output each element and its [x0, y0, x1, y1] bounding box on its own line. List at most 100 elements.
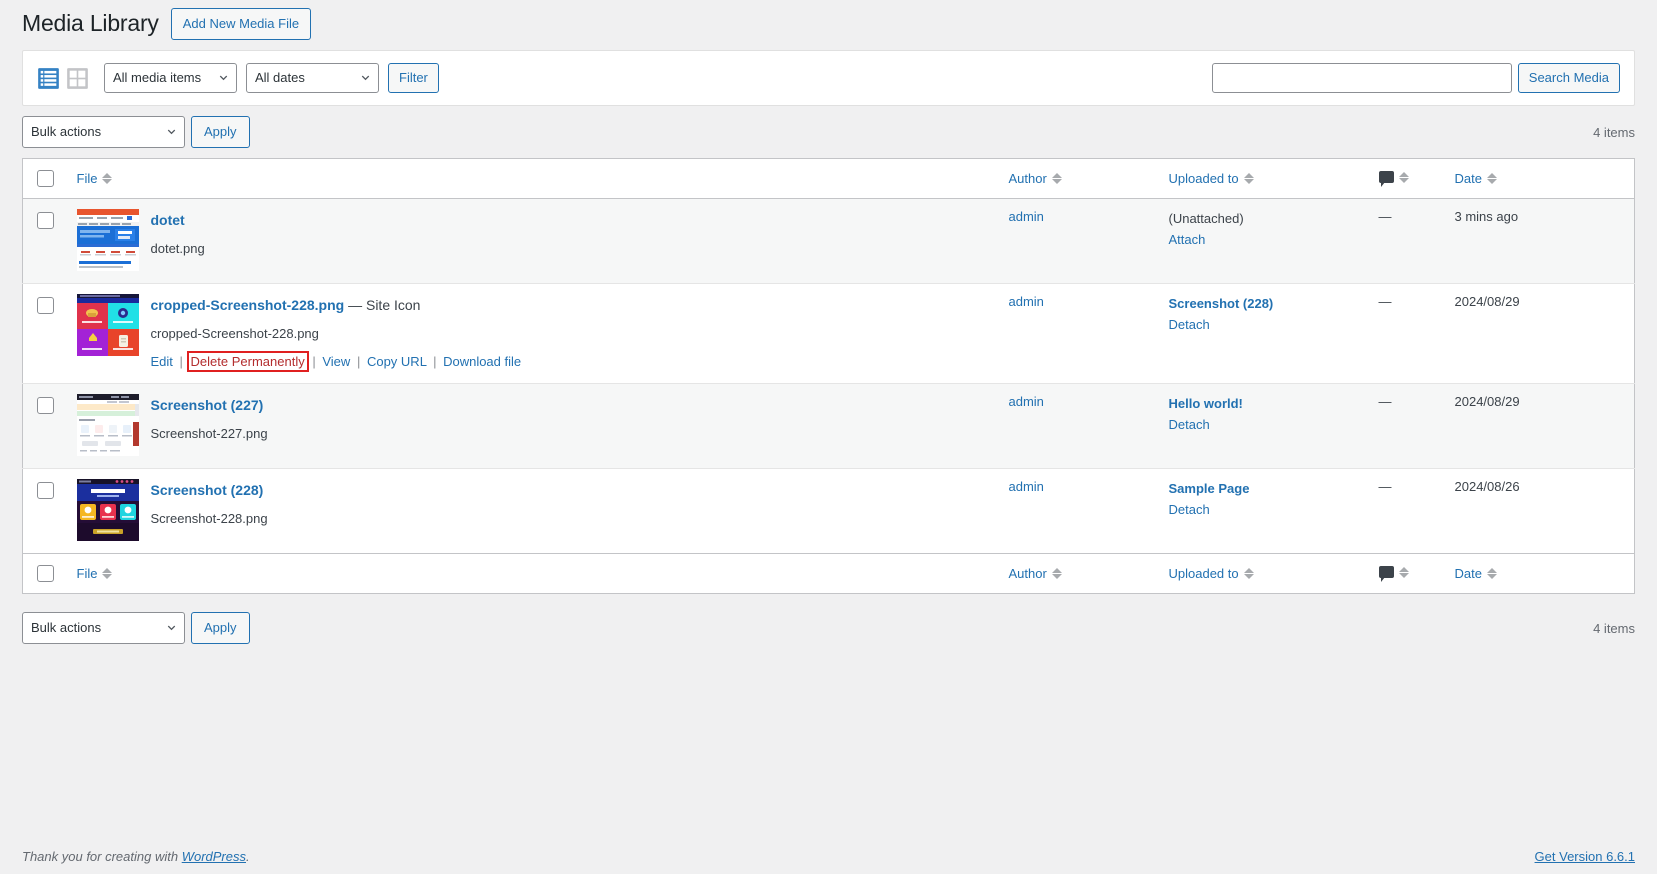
date-value: 3 mins ago: [1455, 209, 1519, 224]
column-header-date[interactable]: Date: [1445, 159, 1635, 199]
table-foot: File Author Uploaded to: [23, 554, 1635, 594]
row-checkbox-cell: [23, 384, 67, 469]
dates-select[interactable]: All dates: [246, 63, 379, 93]
media-title-link[interactable]: Screenshot (228): [151, 481, 268, 501]
date-cell: 2024/08/29: [1445, 284, 1635, 384]
row-checkbox[interactable]: [37, 397, 54, 414]
wordpress-link[interactable]: WordPress: [182, 849, 246, 864]
media-thumbnail[interactable]: [77, 294, 139, 356]
media-title-text: dotet: [151, 212, 185, 228]
media-thumbnail[interactable]: [77, 209, 139, 271]
row-checkbox[interactable]: [37, 482, 54, 499]
sort-indicator-icon: [1052, 568, 1062, 579]
list-view-icon[interactable]: [37, 67, 60, 90]
column-footer-file[interactable]: File: [67, 554, 999, 594]
bulk-actions-select-top[interactable]: Bulk actions: [22, 116, 185, 148]
comments-count: —: [1379, 294, 1392, 309]
row-checkbox[interactable]: [37, 297, 54, 314]
select-all-checkbox-top[interactable]: [37, 170, 54, 187]
column-header-comments[interactable]: [1369, 159, 1445, 199]
sort-indicator-icon: [1052, 173, 1062, 184]
displaying-num-bottom: 4 items: [1593, 621, 1635, 636]
table-head: File Author Uploaded to: [23, 159, 1635, 199]
edit-link[interactable]: Edit: [151, 354, 173, 369]
page-title: Media Library: [22, 9, 159, 39]
sort-indicator-icon: [1487, 568, 1497, 579]
tablenav-bottom: Bulk actions Apply 4 items: [22, 594, 1635, 650]
author-link[interactable]: admin: [1009, 394, 1044, 409]
comments-count: —: [1379, 479, 1392, 494]
media-title-link[interactable]: cropped-Screenshot-228.png — Site Icon: [151, 296, 522, 316]
detach-link[interactable]: Detach: [1169, 417, 1210, 432]
sort-indicator-icon: [1399, 567, 1409, 578]
page-header: Media Library Add New Media File: [22, 0, 1635, 44]
column-footer-uploaded-to[interactable]: Uploaded to: [1159, 554, 1369, 594]
author-link[interactable]: admin: [1009, 479, 1044, 494]
file-cell: Screenshot (228) Screenshot-228.png: [67, 469, 999, 554]
table-body: dotet dotet.png admin (Unattached) Attac…: [23, 199, 1635, 554]
media-thumbnail[interactable]: [77, 394, 139, 456]
parent-post-link[interactable]: Screenshot (228): [1169, 294, 1359, 314]
date-value: 2024/08/29: [1455, 294, 1520, 309]
author-cell: admin: [999, 384, 1159, 469]
sort-indicator-icon: [1244, 173, 1254, 184]
media-title-suffix: — Site Icon: [348, 297, 420, 313]
parent-post-link[interactable]: Sample Page: [1169, 479, 1359, 499]
column-header-file[interactable]: File: [67, 159, 999, 199]
tablenav-top: Bulk actions Apply 4 items: [22, 106, 1635, 158]
file-cell: Screenshot (227) Screenshot-227.png: [67, 384, 999, 469]
admin-footer: Thank you for creating with WordPress. G…: [22, 849, 1635, 864]
row-checkbox-cell: [23, 199, 67, 284]
add-new-media-file-button[interactable]: Add New Media File: [171, 8, 311, 41]
column-footer-date[interactable]: Date: [1445, 554, 1635, 594]
select-all-checkbox-bottom[interactable]: [37, 565, 54, 582]
row-checkbox[interactable]: [37, 212, 54, 229]
apply-button-bottom[interactable]: Apply: [191, 612, 250, 644]
parent-post-link[interactable]: Hello world!: [1169, 394, 1359, 414]
filter-button[interactable]: Filter: [388, 63, 439, 93]
media-title-link[interactable]: dotet: [151, 211, 205, 231]
date-cell: 2024/08/29: [1445, 384, 1635, 469]
apply-button-top[interactable]: Apply: [191, 116, 250, 148]
view-switch: [37, 67, 89, 90]
uploaded-to-cell: Sample Page Detach: [1159, 469, 1369, 554]
media-title-link[interactable]: Screenshot (227): [151, 396, 268, 416]
uploaded-to-cell: Hello world! Detach: [1159, 384, 1369, 469]
detach-link[interactable]: Detach: [1169, 502, 1210, 517]
bulk-actions-bottom: Bulk actions Apply: [22, 612, 250, 644]
download-file-link[interactable]: Download file: [443, 354, 521, 369]
detach-link[interactable]: Detach: [1169, 317, 1210, 332]
get-version-link[interactable]: Get Version 6.6.1: [1535, 849, 1635, 864]
comments-cell: —: [1369, 199, 1445, 284]
sort-indicator-icon: [1244, 568, 1254, 579]
column-header-author[interactable]: Author: [999, 159, 1159, 199]
bulk-actions-select-bottom[interactable]: Bulk actions: [22, 612, 185, 644]
filter-controls: All media items All dates Filter: [37, 63, 439, 93]
view-link[interactable]: View: [322, 354, 350, 369]
column-label-date: Date: [1455, 171, 1482, 186]
attach-link[interactable]: Attach: [1169, 232, 1206, 247]
media-thumbnail[interactable]: [77, 479, 139, 541]
delete-permanently-link[interactable]: Delete Permanently: [190, 354, 306, 369]
action-separator: |: [354, 354, 363, 369]
column-footer-author[interactable]: Author: [999, 554, 1159, 594]
comments-cell: —: [1369, 384, 1445, 469]
column-label-date: Date: [1455, 566, 1482, 581]
table-row: Screenshot (228) Screenshot-228.png admi…: [23, 469, 1635, 554]
media-title-text: Screenshot (227): [151, 397, 264, 413]
column-footer-comments[interactable]: [1369, 554, 1445, 594]
search-input[interactable]: [1212, 63, 1512, 93]
column-label-file: File: [77, 171, 98, 186]
author-link[interactable]: admin: [1009, 209, 1044, 224]
author-link[interactable]: admin: [1009, 294, 1044, 309]
select-all-footer: [23, 554, 67, 594]
column-header-uploaded-to[interactable]: Uploaded to: [1159, 159, 1369, 199]
date-value: 2024/08/26: [1455, 479, 1520, 494]
grid-view-icon[interactable]: [66, 67, 89, 90]
search-media-button[interactable]: Search Media: [1518, 63, 1620, 93]
author-cell: admin: [999, 199, 1159, 284]
copy-url-link[interactable]: Copy URL: [367, 354, 426, 369]
media-type-select[interactable]: All media items: [104, 63, 237, 93]
sort-indicator-icon: [1487, 173, 1497, 184]
sort-indicator-icon: [1399, 172, 1409, 183]
